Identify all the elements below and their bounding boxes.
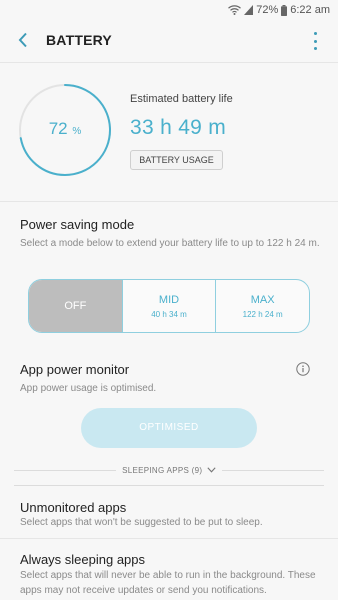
chevron-down-icon [207, 467, 216, 473]
always-sleeping-apps-description: Select apps that will never be able to r… [20, 570, 316, 596]
battery-percent-large: 72 % [48, 119, 82, 138]
app-power-monitor-description: App power usage is optimised. [20, 383, 157, 394]
always-sleeping-apps-title: Always sleeping apps [20, 552, 146, 567]
page-title: BATTERY [46, 32, 112, 48]
info-icon[interactable] [296, 362, 310, 376]
clock: 6:22 am [290, 4, 330, 16]
power-saving-description: Select a mode below to extend your batte… [20, 238, 320, 249]
unmonitored-apps-description: Select apps that won't be suggested to b… [20, 517, 263, 528]
battery-usage-button[interactable]: BATTERY USAGE [130, 150, 223, 170]
estimated-label: Estimated battery life [130, 93, 233, 105]
unmonitored-apps-title: Unmonitored apps [20, 500, 127, 515]
more-options-icon[interactable] [310, 32, 320, 50]
optimised-button[interactable]: OPTIMISED [81, 408, 257, 448]
app-power-monitor-title: App power monitor [20, 362, 130, 377]
power-saving-title: Power saving mode [20, 217, 135, 232]
mode-mid[interactable]: MID 40 h 34 m [123, 280, 217, 332]
wifi-icon [228, 5, 242, 15]
battery-icon [281, 4, 288, 16]
power-mode-selector: OFF MID 40 h 34 m MAX 122 h 24 m [28, 279, 310, 333]
sleeping-apps-header[interactable]: SLEEPING APPS (9) [0, 465, 338, 475]
mode-off[interactable]: OFF [29, 280, 123, 332]
back-button[interactable] [14, 30, 32, 50]
battery-percent: 72% [256, 4, 279, 16]
divider-list [0, 538, 338, 539]
battery-summary: 72 % Estimated battery life 33 h 49 m BA… [0, 62, 338, 202]
chevron-left-icon [18, 32, 27, 48]
signal-icon [244, 5, 254, 15]
mode-max[interactable]: MAX 122 h 24 m [216, 280, 309, 332]
estimated-value: 33 h 49 m [130, 116, 227, 139]
divider-bottom [14, 485, 324, 486]
app-bar: BATTERY [0, 20, 338, 60]
status-bar: 72% 6:22 am [0, 0, 338, 20]
